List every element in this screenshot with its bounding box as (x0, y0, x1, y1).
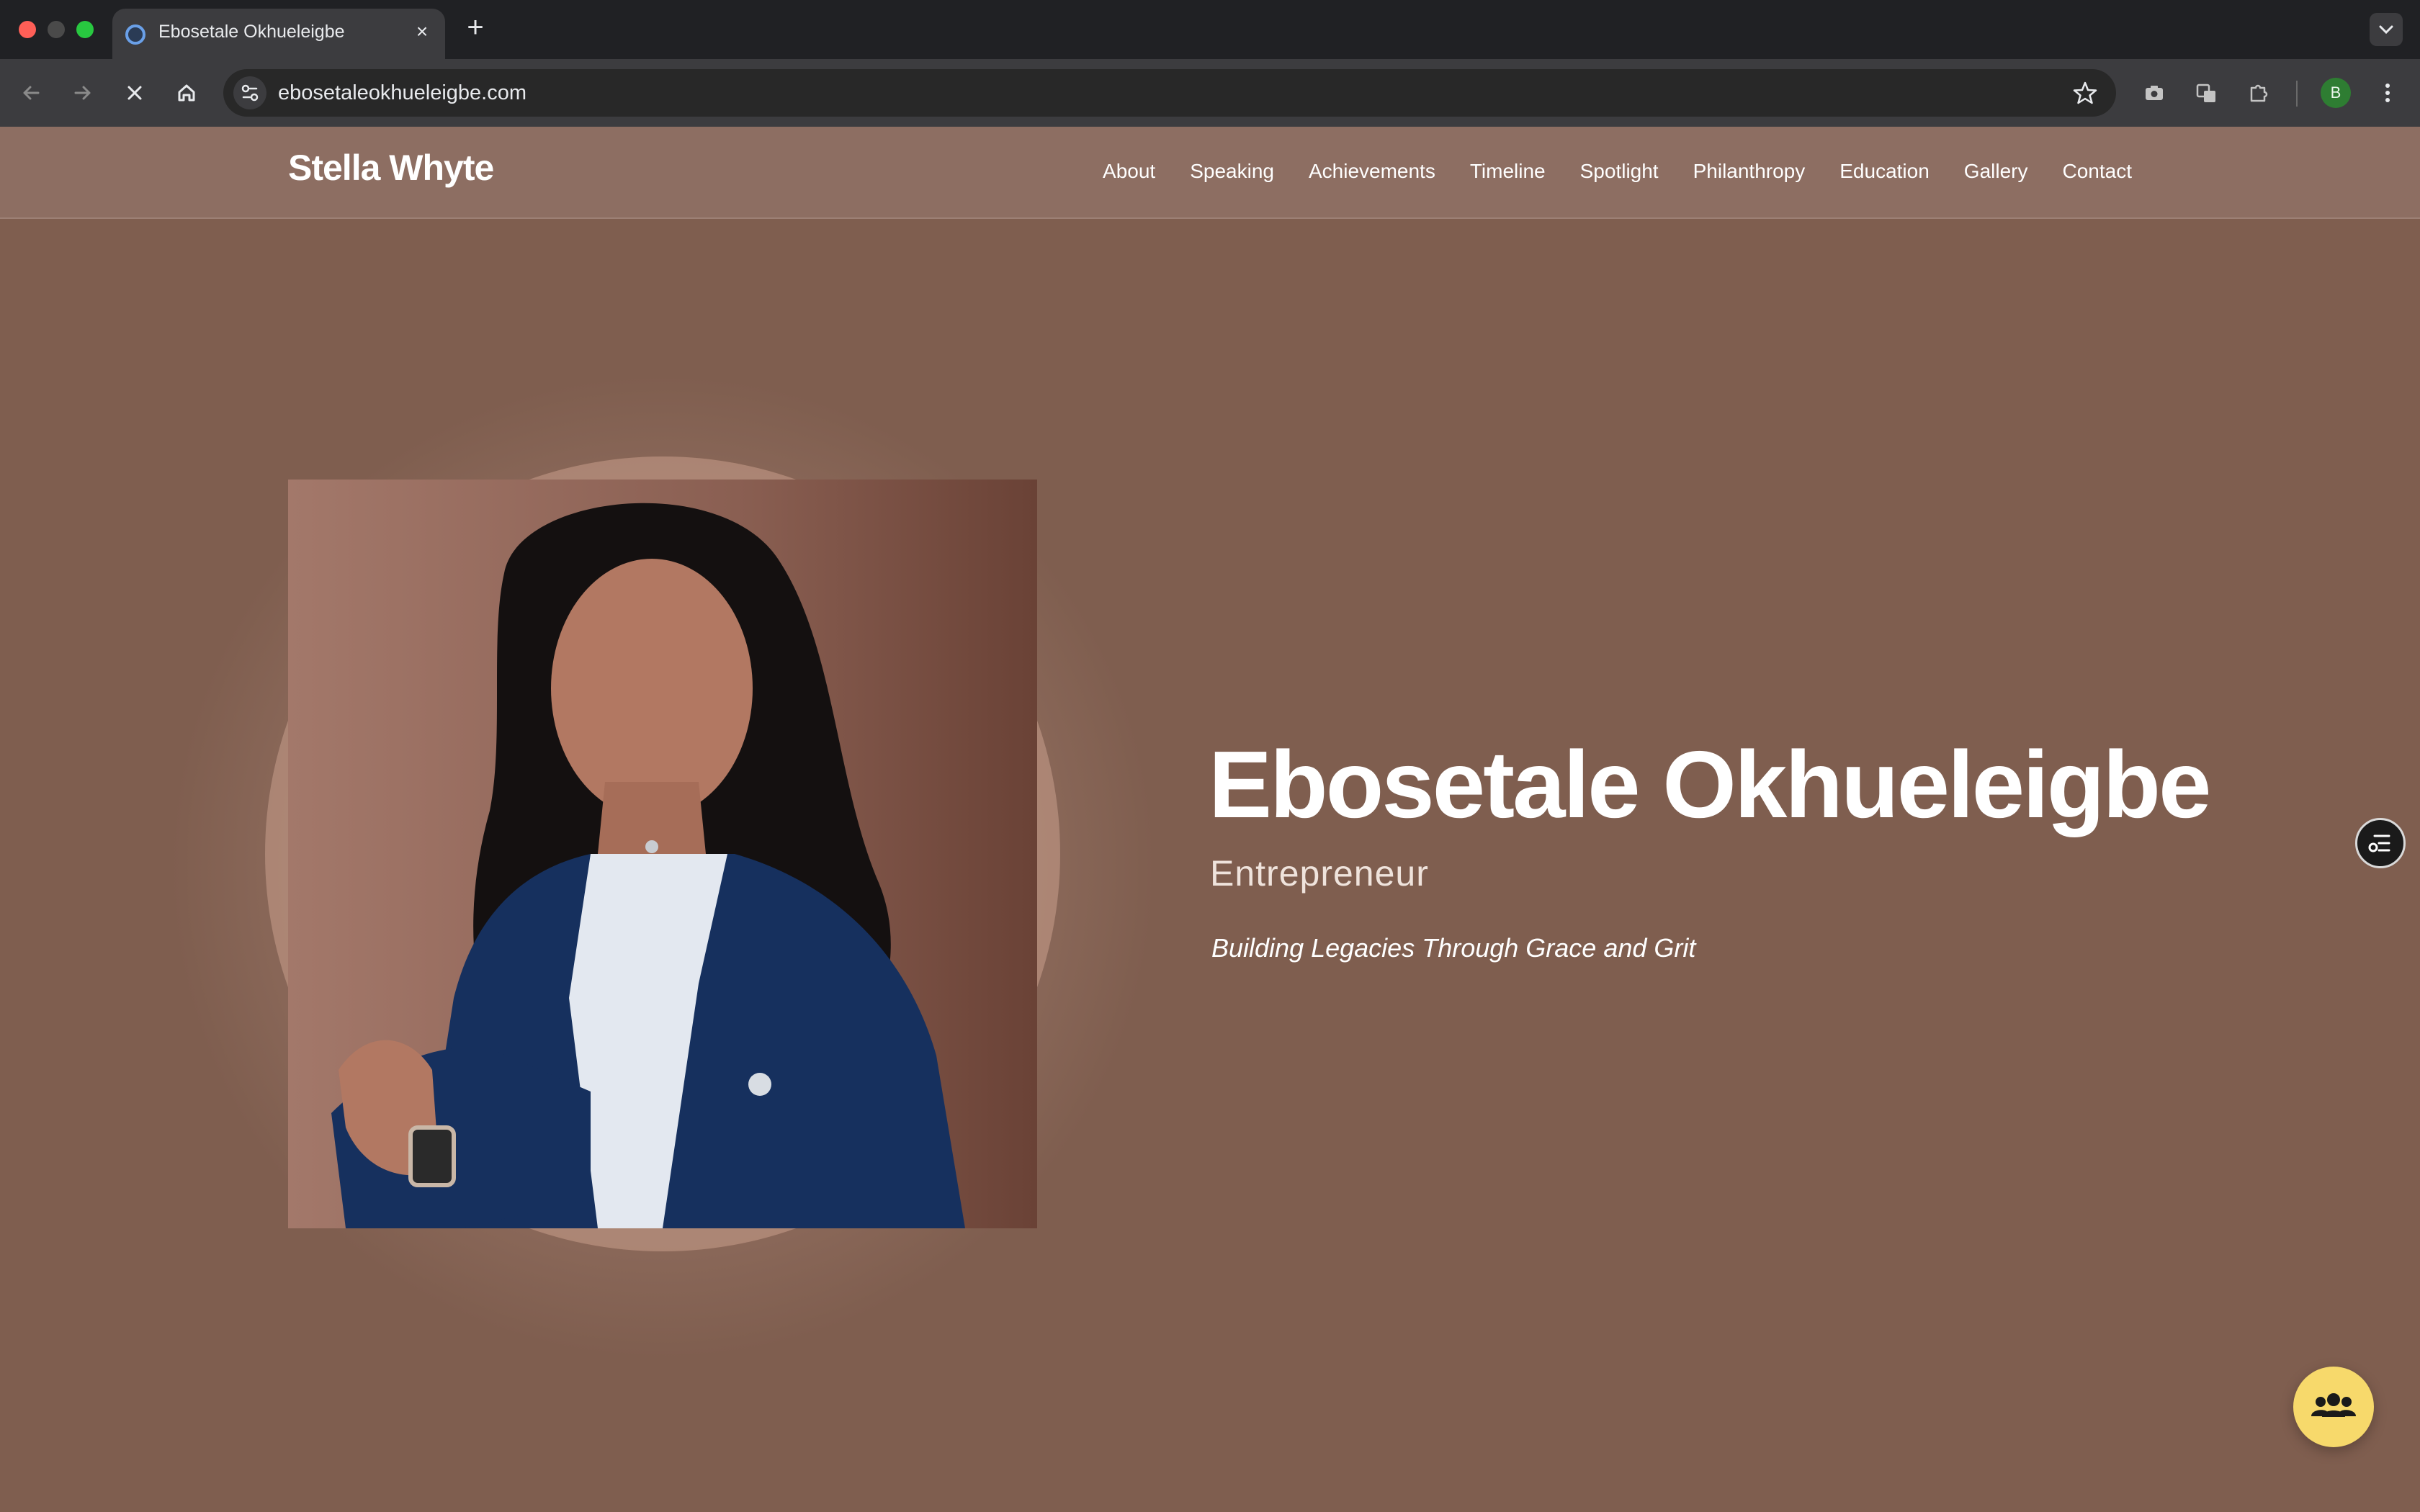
tab-search-button[interactable] (2370, 13, 2403, 46)
close-window-button[interactable] (19, 21, 36, 38)
url-text: ebosetaleokhueleigbe.com (278, 81, 527, 104)
kebab-menu-icon (2385, 84, 2390, 102)
accessibility-widget-button[interactable] (2355, 818, 2406, 868)
brand-logo-link[interactable]: Stella Whyte (288, 147, 494, 189)
chevron-down-icon (2379, 25, 2393, 35)
portrait-image (288, 480, 1037, 1228)
browser-menu-button[interactable] (2370, 75, 2406, 111)
nav-link-about[interactable]: About (1103, 160, 1155, 183)
bookmark-button[interactable] (2070, 78, 2100, 108)
browser-toolbar: ebosetaleokhueleigbe.com B (0, 59, 2420, 127)
arrow-right-icon (74, 86, 91, 100)
home-button[interactable] (169, 75, 205, 111)
site-info-button[interactable] (233, 76, 266, 109)
camera-icon (2146, 86, 2163, 100)
nav-link-philanthropy[interactable]: Philanthropy (1693, 160, 1806, 183)
nav-link-achievements[interactable]: Achievements (1309, 160, 1435, 183)
new-tab-button[interactable]: + (461, 13, 490, 42)
nav-link-contact[interactable]: Contact (2063, 160, 2133, 183)
hero-section: Ebosetale Okhueleigbe Entrepreneur Build… (0, 219, 2420, 1512)
extensions-button[interactable] (2240, 75, 2276, 111)
hero-role: Entrepreneur (1210, 853, 1429, 894)
nav-link-spotlight[interactable]: Spotlight (1580, 160, 1659, 183)
screenshot-button[interactable] (2136, 75, 2172, 111)
forward-button[interactable] (65, 75, 101, 111)
hero-portrait (288, 480, 1037, 1228)
toolbar-divider (2296, 81, 2298, 107)
nav-link-speaking[interactable]: Speaking (1190, 160, 1274, 183)
back-button[interactable] (13, 75, 49, 111)
translate-button[interactable] (2188, 75, 2224, 111)
tune-icon (241, 84, 259, 102)
minimize-window-button[interactable] (48, 21, 65, 38)
list-settings-icon (2368, 834, 2390, 852)
nav-link-education[interactable]: Education (1839, 160, 1930, 183)
browser-tab-bar: Ebosetale Okhueleigbe × + (0, 0, 2420, 59)
hero-name: Ebosetale Okhueleigbe (1209, 732, 2211, 837)
address-bar[interactable]: ebosetaleokhueleigbe.com (223, 69, 2116, 117)
close-icon (127, 86, 142, 100)
nav-link-timeline[interactable]: Timeline (1470, 160, 1546, 183)
profile-avatar[interactable]: B (2321, 78, 2351, 108)
nav-link-gallery[interactable]: Gallery (1964, 160, 2028, 183)
puzzle-icon (2250, 84, 2268, 102)
zoom-window-button[interactable] (76, 21, 94, 38)
stop-loading-button[interactable] (117, 75, 153, 111)
translate-icon (2196, 84, 2215, 102)
browser-tab[interactable]: Ebosetale Okhueleigbe × (112, 9, 445, 59)
community-fab-button[interactable] (2293, 1367, 2374, 1447)
hero-tagline: Building Legacies Through Grace and Grit (1211, 933, 1696, 963)
star-icon (2073, 81, 2097, 104)
favicon-icon (125, 24, 145, 45)
tab-close-button[interactable]: × (409, 19, 435, 45)
users-icon (2311, 1393, 2356, 1417)
main-nav: About Speaking Achievements Timeline Spo… (1103, 160, 2132, 183)
home-icon (178, 84, 195, 102)
tab-title: Ebosetale Okhueleigbe (158, 22, 345, 42)
site-header: Stella Whyte About Speaking Achievements… (0, 127, 2420, 219)
arrow-left-icon (23, 86, 40, 100)
